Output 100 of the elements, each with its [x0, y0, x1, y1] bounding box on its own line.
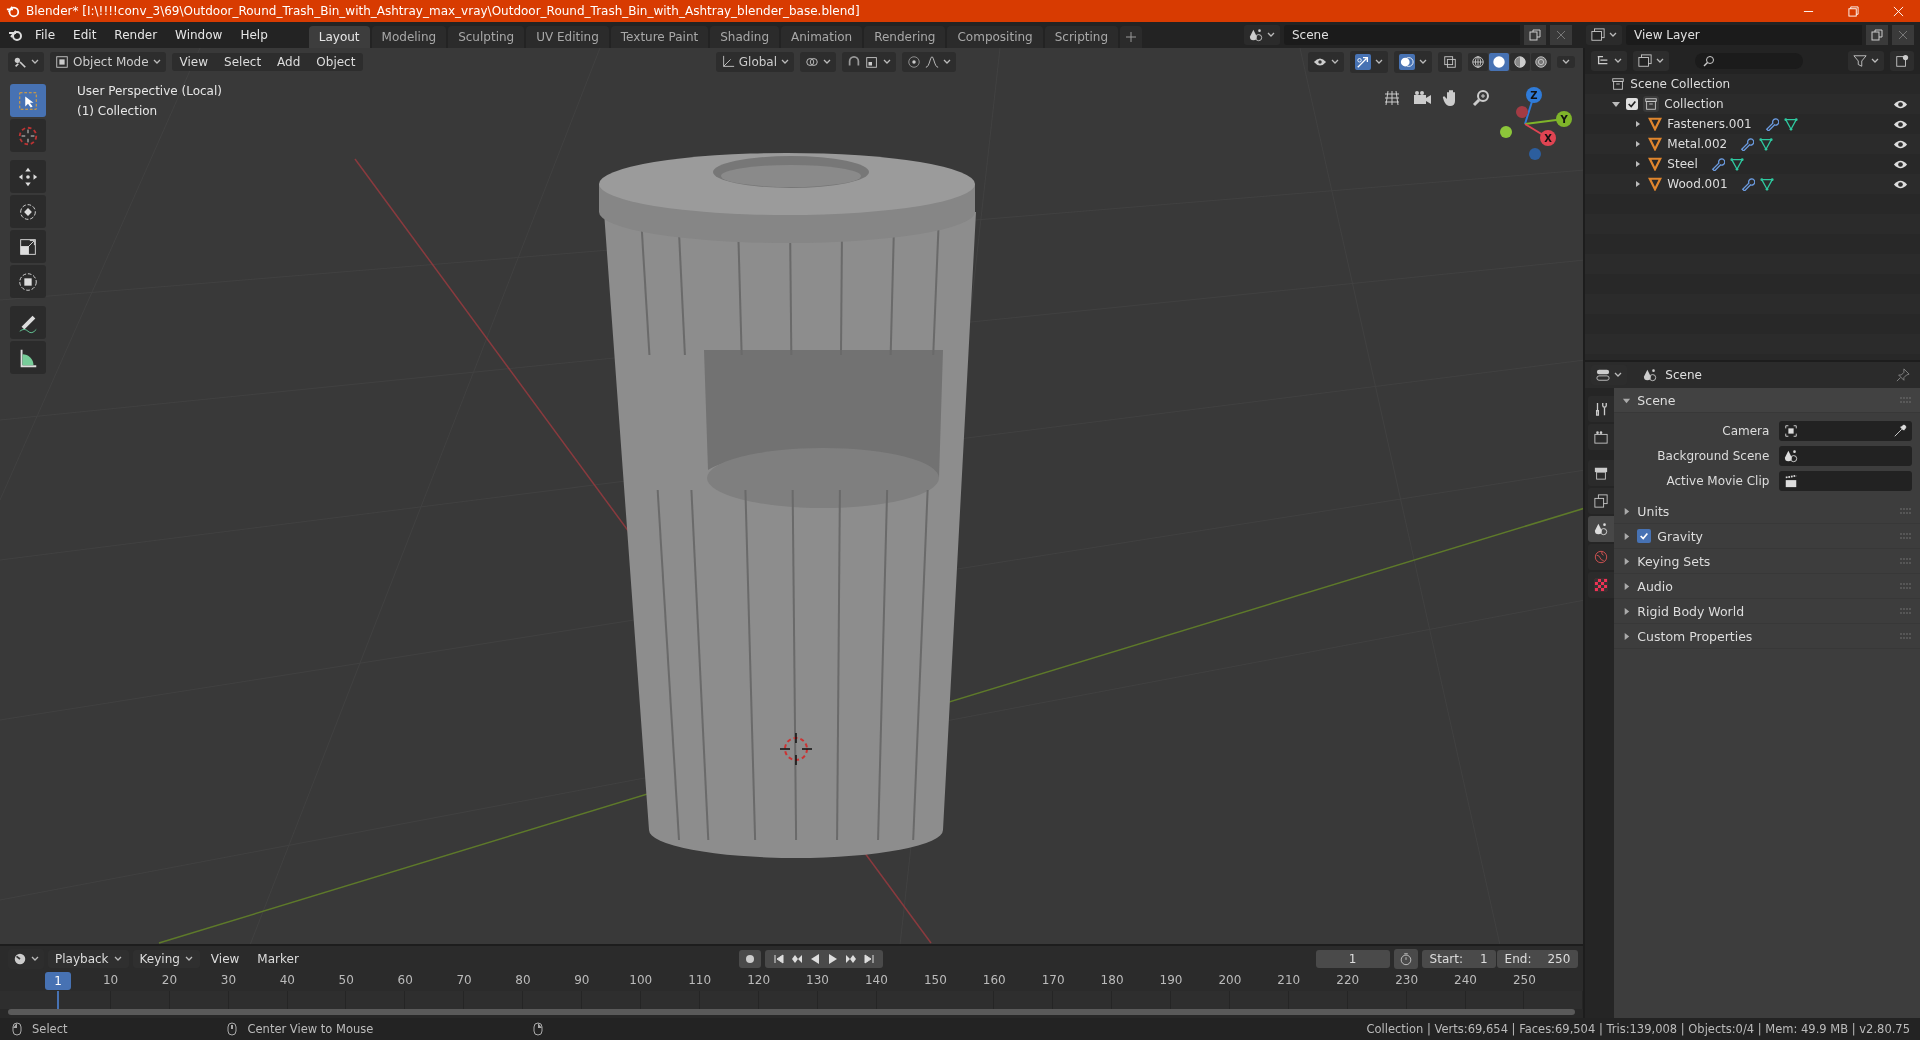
expand-arrow-icon[interactable]	[1622, 506, 1632, 516]
texture-tab[interactable]	[1588, 572, 1615, 598]
render-tab[interactable]	[1588, 424, 1615, 450]
remove-button[interactable]	[1892, 25, 1914, 45]
scene-tab[interactable]	[1588, 516, 1615, 542]
close-icon[interactable]	[1893, 5, 1904, 17]
output-tab[interactable]	[1588, 460, 1615, 486]
wrench-icon[interactable]	[1710, 157, 1725, 171]
background-scene-field[interactable]	[1779, 446, 1912, 466]
select-tool-button[interactable]	[10, 84, 46, 117]
timeline-scrollbar[interactable]	[8, 1009, 1576, 1015]
expand-arrow-icon[interactable]	[1622, 581, 1632, 591]
expand-arrow-icon[interactable]	[1622, 631, 1632, 641]
wrench-icon[interactable]	[1764, 117, 1779, 131]
menu-item[interactable]: File	[28, 25, 63, 45]
gizmo-axis-handle[interactable]: Z	[1526, 87, 1542, 103]
editor-type-dropdown[interactable]	[8, 52, 44, 72]
drag-handle-icon[interactable]	[1900, 608, 1912, 614]
scene-field[interactable]: Scene	[1284, 25, 1520, 45]
negative-axis-icon[interactable]	[1516, 106, 1528, 118]
pivot-dropdown[interactable]	[800, 52, 837, 72]
mesh-data-icon[interactable]	[1759, 137, 1774, 151]
outliner-item[interactable]: Collection	[1664, 97, 1724, 111]
solid-shading-button[interactable]	[1489, 53, 1510, 71]
view-layer-tab[interactable]	[1588, 488, 1615, 514]
proportional-edit-dropdown[interactable]	[902, 52, 957, 72]
scene-type-dropdown[interactable]	[1244, 25, 1280, 45]
viewport-menu[interactable]: Object	[308, 53, 364, 71]
current-frame-field[interactable]: 1	[1315, 949, 1390, 968]
xray-toggle[interactable]	[1438, 52, 1463, 72]
timeline-menu[interactable]: Marker	[250, 949, 306, 968]
workspace-tab[interactable]: Compositing	[947, 26, 1043, 48]
workspace-tab[interactable]: Animation	[781, 26, 863, 48]
filter-dropdown[interactable]	[1848, 51, 1884, 71]
cursor-tool-button[interactable]	[10, 119, 46, 152]
gizmo-axis-handle[interactable]: X	[1540, 130, 1556, 146]
3d-viewport[interactable]: Z Y X Object Mode View Select Add Object Global User Perspective (Local) (1) Collection	[0, 48, 1584, 944]
shading-dropdown[interactable]	[1557, 56, 1576, 68]
panel-checkbox[interactable]	[1637, 529, 1652, 543]
menu-item[interactable]: Render	[107, 25, 165, 45]
panel-header[interactable]: Gravity	[1657, 528, 1703, 544]
menu-item[interactable]: Help	[233, 25, 275, 45]
playhead-frame-label[interactable]: 1	[45, 972, 71, 990]
pin-icon[interactable]	[1896, 368, 1910, 382]
menu-item[interactable]: Edit	[66, 25, 104, 45]
drag-handle-icon[interactable]	[1900, 583, 1912, 589]
expand-arrow-icon[interactable]	[1622, 556, 1632, 566]
camera-field[interactable]	[1779, 421, 1912, 441]
gizmo-dropdown[interactable]	[1350, 51, 1389, 73]
wrench-icon[interactable]	[1740, 177, 1755, 191]
view-layer-type-dropdown[interactable]	[1586, 25, 1622, 45]
editor-type-dropdown[interactable]	[1591, 51, 1628, 71]
viewport-menu[interactable]: Add	[269, 53, 309, 71]
outliner-item[interactable]: Fasteners.001	[1667, 117, 1752, 131]
drag-handle-icon[interactable]	[1900, 508, 1912, 514]
gizmo-axis-handle[interactable]: Y	[1556, 111, 1572, 127]
menu-item[interactable]: Window	[168, 25, 230, 45]
timeline-menu[interactable]: Playback	[48, 949, 129, 968]
movie-clip-field[interactable]	[1779, 471, 1912, 491]
outliner-item[interactable]: Steel	[1667, 157, 1698, 171]
include-checkbox[interactable]	[1626, 98, 1639, 110]
search-field[interactable]	[1695, 53, 1804, 69]
tool-tab[interactable]	[1588, 396, 1615, 422]
measure-tool-button[interactable]	[10, 341, 46, 374]
panel-header[interactable]: Units	[1637, 503, 1670, 519]
copy-button[interactable]	[1524, 25, 1546, 45]
mesh-data-icon[interactable]	[1759, 177, 1774, 191]
viewport-menu[interactable]: View	[171, 53, 217, 71]
mesh-data-icon[interactable]	[1729, 157, 1744, 171]
add-workspace-button[interactable]	[1120, 26, 1143, 48]
timeline-menu[interactable]: Keying	[132, 949, 200, 968]
view-layer-field[interactable]: View Layer	[1626, 25, 1862, 45]
eyedropper-icon[interactable]	[1893, 424, 1907, 438]
end-frame-field[interactable]: End: 250	[1496, 949, 1579, 968]
workspace-tab[interactable]: Layout	[308, 26, 370, 48]
wireframe-shading-button[interactable]	[1468, 53, 1489, 71]
timeline-menu[interactable]: View	[203, 949, 247, 968]
move-tool-button[interactable]	[10, 160, 46, 193]
display-mode-dropdown[interactable]	[1633, 51, 1670, 71]
workspace-tab[interactable]: Shading	[710, 26, 779, 48]
viewport-menu[interactable]: Select	[216, 53, 270, 71]
workspace-tab[interactable]: UV Editing	[526, 26, 609, 48]
mode-dropdown[interactable]: Object Mode	[50, 52, 166, 72]
mesh-data-icon[interactable]	[1783, 117, 1798, 131]
panel-header[interactable]: Custom Properties	[1637, 628, 1753, 644]
orientation-dropdown[interactable]: Global	[715, 52, 795, 72]
zoom-icon[interactable]	[1472, 88, 1492, 108]
rotate-tool-button[interactable]	[10, 195, 46, 228]
panel-header[interactable]: Scene	[1637, 392, 1676, 408]
expand-arrow-icon[interactable]	[1622, 531, 1632, 541]
expand-arrow-icon[interactable]	[1622, 606, 1632, 616]
wrench-icon[interactable]	[1740, 137, 1755, 151]
restore-icon[interactable]	[1848, 5, 1859, 17]
preview-range-button[interactable]	[1393, 948, 1418, 969]
workspace-tab[interactable]: Scripting	[1044, 26, 1119, 48]
copy-button[interactable]	[1866, 25, 1888, 45]
expand-arrow-icon[interactable]	[1611, 99, 1622, 109]
outliner-item[interactable]: Scene Collection	[1630, 77, 1731, 91]
snap-dropdown[interactable]	[842, 52, 897, 72]
drag-handle-icon[interactable]	[1900, 558, 1912, 564]
